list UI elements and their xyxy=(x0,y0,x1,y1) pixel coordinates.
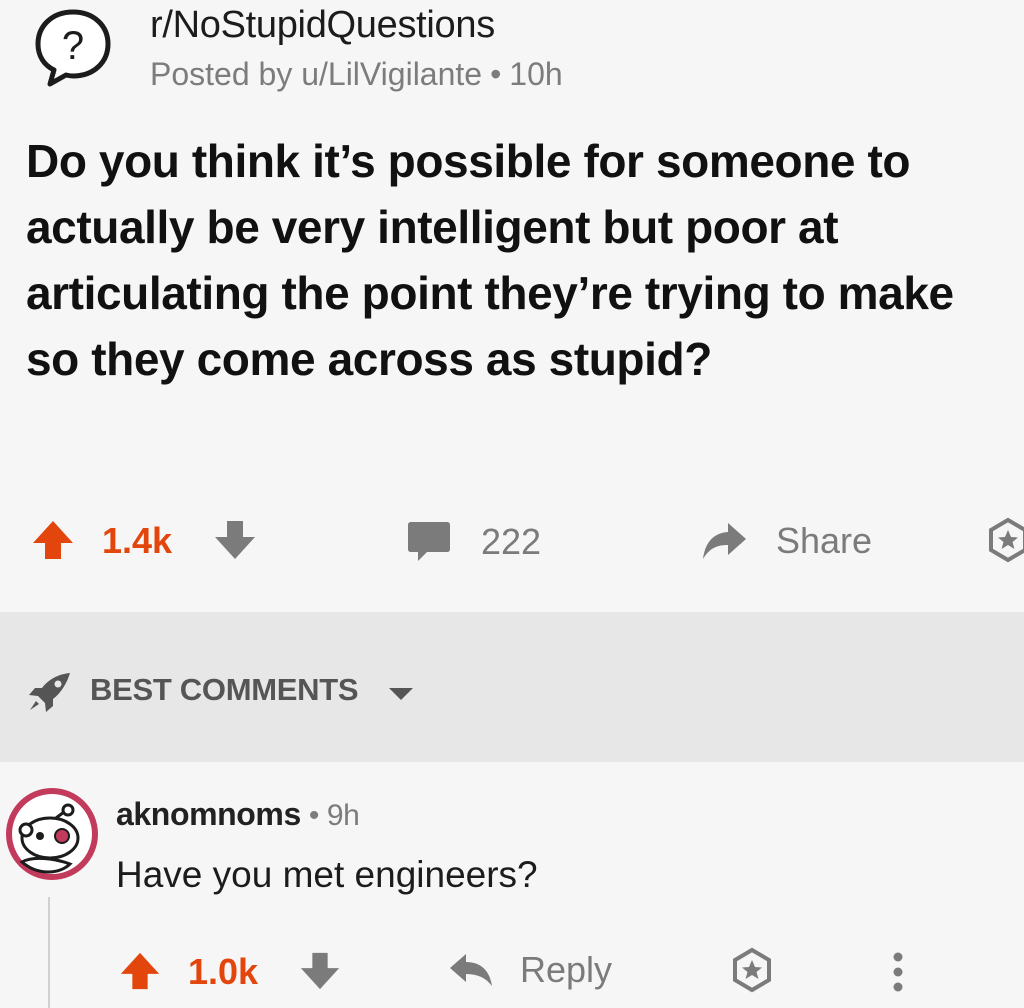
subreddit-name[interactable]: r/NoStupidQuestions xyxy=(150,4,495,47)
post-header: ? r/NoStupidQuestions Posted by u/LilVig… xyxy=(0,0,1024,110)
share-arrow-icon xyxy=(703,523,746,559)
rocket-icon xyxy=(26,670,76,714)
comments-count: 222 xyxy=(481,521,542,562)
chevron-down-icon xyxy=(388,686,414,702)
comments-button[interactable]: 222 xyxy=(405,519,541,565)
comment-author[interactable]: aknomnoms xyxy=(116,796,301,832)
upvote-arrow-icon xyxy=(120,952,160,990)
comment-downvote-button[interactable] xyxy=(298,949,342,993)
post-score: 1.4k xyxy=(102,520,172,562)
post-meta: Posted by u/LilVigilante • 10h xyxy=(150,56,563,93)
question-bubble-icon[interactable]: ? xyxy=(30,6,116,90)
sort-label: BEST COMMENTS xyxy=(90,672,359,707)
comment-bubble-icon xyxy=(408,522,450,561)
comment-award-button[interactable] xyxy=(730,947,774,993)
award-icon xyxy=(989,517,1024,563)
comment-body: Have you met engineers? xyxy=(116,854,538,895)
comment-author-line: aknomnoms • 9h xyxy=(116,796,360,833)
svg-text:?: ? xyxy=(62,24,84,68)
award-icon xyxy=(733,947,771,993)
upvote-button[interactable] xyxy=(30,517,76,563)
comment-time: 9h xyxy=(326,799,360,832)
more-options-button[interactable] xyxy=(888,949,908,995)
downvote-arrow-icon xyxy=(300,952,340,990)
post-author[interactable]: Posted by u/LilVigilante xyxy=(150,56,482,92)
reply-arrow-icon xyxy=(450,954,492,986)
comment-upvote-button[interactable] xyxy=(118,949,162,993)
share-label: Share xyxy=(776,520,873,561)
comment-item: aknomnoms • 9h Have you met engineers? 1… xyxy=(0,762,1024,1008)
downvote-button[interactable] xyxy=(212,517,258,563)
post-time: 10h xyxy=(509,56,563,92)
reply-button[interactable]: Reply xyxy=(448,949,612,991)
comment-score-value: 1.0k xyxy=(188,951,259,992)
meta-separator: • xyxy=(300,799,327,832)
award-button[interactable] xyxy=(988,517,1024,563)
reply-label: Reply xyxy=(520,949,613,990)
post-score-value: 1.4k xyxy=(102,520,173,561)
downvote-arrow-icon xyxy=(215,521,255,559)
comment-action-bar: 1.0k Reply xyxy=(0,937,1024,1007)
more-options-icon xyxy=(893,952,903,992)
meta-separator: • xyxy=(490,56,502,92)
post-title[interactable]: Do you think it’s possible for someone t… xyxy=(26,128,1016,392)
snoo-avatar-icon[interactable] xyxy=(4,786,100,882)
share-button[interactable]: Share xyxy=(700,519,872,563)
comment-score: 1.0k xyxy=(188,951,258,993)
post-action-bar: 1.4k 222 Share xyxy=(0,505,1024,577)
comment-sort-bar[interactable]: BEST COMMENTS xyxy=(0,612,1024,762)
upvote-arrow-icon xyxy=(33,521,73,559)
